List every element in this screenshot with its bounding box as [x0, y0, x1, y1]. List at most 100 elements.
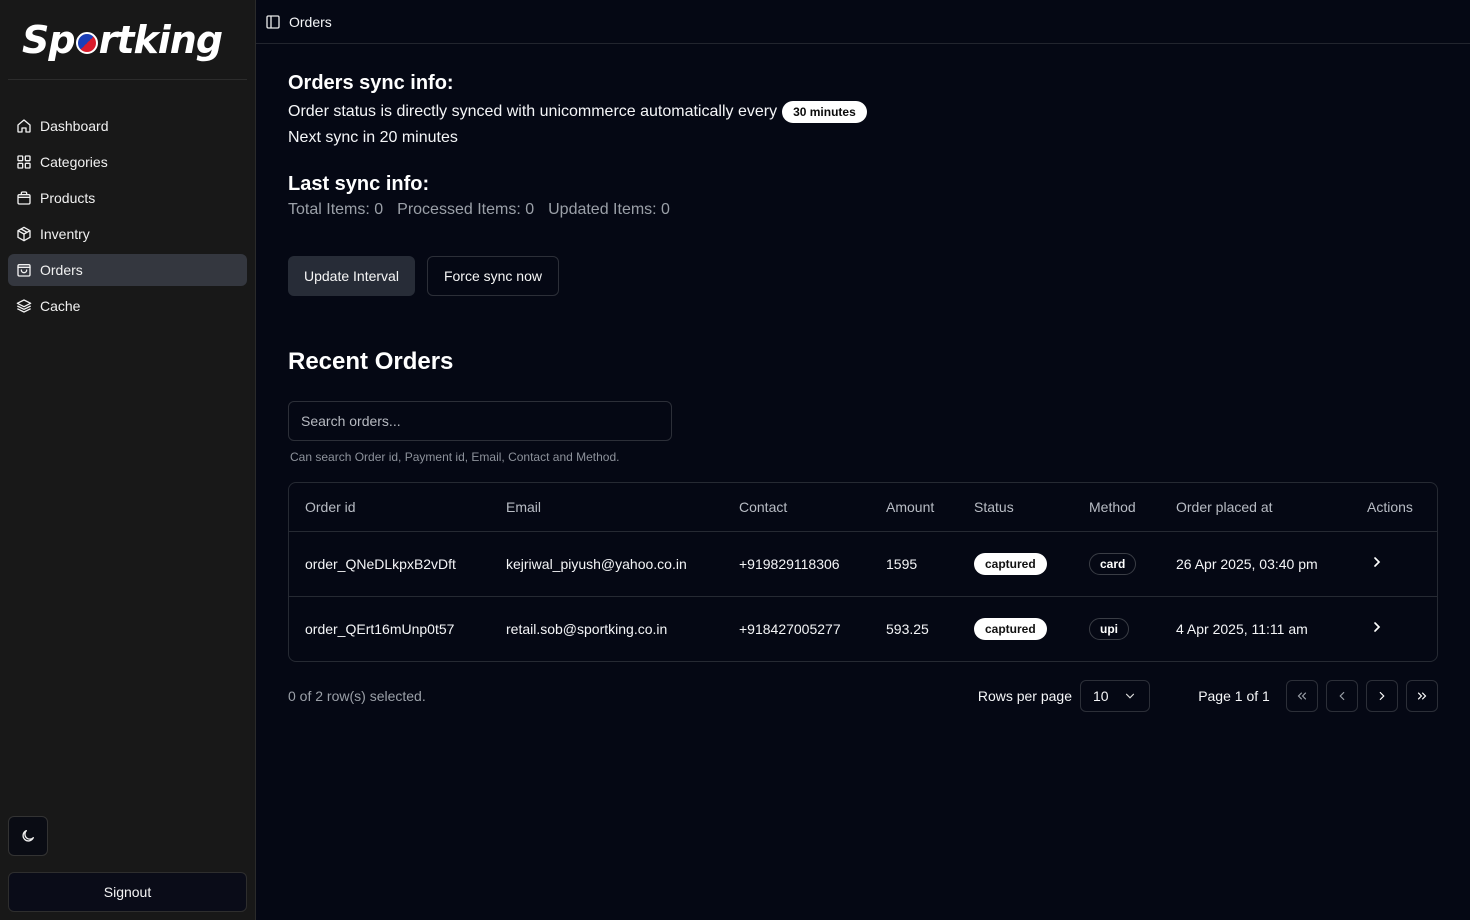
sidebar-item-label: Cache	[40, 298, 81, 314]
chevron-right-icon	[1374, 622, 1381, 633]
placed-at-cell: 4 Apr 2025, 11:11 am	[1160, 595, 1351, 661]
sidebar-nav: Dashboard Categories Products Inventry O…	[0, 110, 255, 322]
force-sync-button[interactable]: Force sync now	[426, 256, 559, 296]
view-order-button[interactable]	[1367, 619, 1387, 635]
orders-table: Order id Email Contact Amount Status Met…	[288, 482, 1438, 662]
sidebar-item-inventry[interactable]: Inventry	[8, 218, 247, 250]
rows-per-page: Rows per page 10	[978, 680, 1150, 712]
page-title: Orders	[289, 13, 332, 30]
column-header-amount: Amount	[870, 483, 958, 532]
column-header-email: Email	[490, 483, 723, 532]
theme-toggle-button[interactable]	[8, 816, 48, 856]
status-badge: captured	[974, 552, 1047, 575]
method-cell: upi	[1073, 595, 1160, 661]
method-badge: upi	[1089, 617, 1129, 640]
placed-at-cell: 26 Apr 2025, 03:40 pm	[1176, 555, 1318, 572]
sidebar-panel-icon[interactable]	[265, 14, 281, 30]
shopping-bag-icon	[17, 264, 31, 277]
method-cell: card	[1073, 531, 1160, 596]
actions-cell	[1351, 595, 1437, 661]
main-content: Orders Orders sync info: Order status is…	[256, 0, 1470, 920]
signout-button[interactable]: Signout	[8, 872, 247, 912]
sidebar-item-label: Dashboard	[40, 118, 109, 134]
order-id-cell: order_QErt16mUnp0t57	[289, 595, 490, 661]
email-cell: retail.sob@sportking.co.in	[490, 595, 723, 661]
recent-orders-title: Recent Orders	[288, 348, 454, 375]
last-sync-title: Last sync info:	[288, 173, 430, 195]
view-order-button[interactable]	[1367, 554, 1387, 570]
search-hint: Can search Order id, Payment id, Email, …	[290, 450, 620, 464]
updated-items: Updated Items: 0	[548, 201, 670, 218]
sidebar-item-orders[interactable]: Orders	[8, 254, 247, 286]
sync-interval-badge: 30 minutes	[782, 101, 867, 123]
pagination-controls	[1286, 680, 1438, 712]
column-header-actions: Actions	[1351, 483, 1437, 532]
column-header-contact: Contact	[723, 483, 870, 532]
topbar: Orders	[256, 0, 1470, 44]
actions-cell	[1351, 531, 1437, 596]
order-id-cell: order_QNeDLkpxB2vDft	[305, 555, 456, 572]
shopping-bag-icon	[17, 191, 31, 205]
column-header-order-id: Order id	[289, 483, 490, 532]
contact-cell: +919829118306	[739, 555, 840, 572]
sidebar: Sp rtking Dashboard Categories Products I…	[0, 0, 256, 920]
sidebar-item-cache[interactable]: Cache	[8, 290, 247, 322]
brand-logo[interactable]: Sp rtking	[22, 17, 223, 62]
column-header-method: Method	[1073, 483, 1160, 532]
chevron-left-icon	[1339, 691, 1345, 701]
column-header-status: Status	[958, 483, 1073, 532]
previous-page-button[interactable]	[1326, 680, 1358, 712]
sync-info-title: Orders sync info:	[288, 72, 454, 94]
chevrons-left-icon	[1297, 692, 1307, 700]
brand-logo-part-2: rtking	[98, 17, 223, 62]
column-header-placed-at: Order placed at	[1160, 483, 1351, 532]
rows-per-page-value: 10	[1093, 688, 1109, 704]
method-badge: card	[1089, 552, 1137, 575]
moon-icon	[22, 830, 34, 842]
package-icon	[17, 226, 31, 242]
table-row[interactable]: order_QErt16mUnp0t57 retail.sob@sportkin…	[289, 595, 1437, 661]
sidebar-item-categories[interactable]: Categories	[8, 146, 247, 178]
status-badge: captured	[974, 617, 1047, 640]
email-cell: kejriwal_piyush@yahoo.co.in	[506, 555, 687, 572]
sync-description: Order status is directly synced with uni…	[288, 101, 1438, 123]
sidebar-item-label: Products	[40, 190, 96, 206]
table-footer: 0 of 2 row(s) selected. Rows per page 10…	[288, 680, 1438, 712]
total-items: Total Items: 0	[288, 201, 384, 218]
sync-actions: Update Interval Force sync now	[288, 256, 1438, 296]
grid-icon	[17, 155, 31, 169]
sidebar-item-label: Inventry	[40, 226, 90, 242]
contact-cell: +918427005277	[723, 595, 870, 661]
status-cell: captured	[958, 595, 1073, 661]
sidebar-item-label: Categories	[40, 154, 108, 170]
first-page-button[interactable]	[1286, 680, 1318, 712]
sidebar-item-dashboard[interactable]: Dashboard	[8, 110, 247, 142]
sidebar-item-label: Orders	[40, 262, 83, 278]
update-interval-button[interactable]: Update Interval	[288, 256, 415, 296]
brand-header: Sp rtking	[8, 0, 247, 80]
selected-count: 0 of 2 row(s) selected.	[288, 688, 426, 704]
home-icon	[17, 119, 31, 133]
chevron-right-icon	[1374, 557, 1381, 567]
chevron-right-icon	[1379, 691, 1385, 701]
ball-icon	[75, 31, 98, 54]
sync-description-text: Order status is directly synced with uni…	[288, 103, 778, 120]
page-indicator: Page 1 of 1	[1198, 688, 1270, 704]
brand-logo-part-1: Sp	[22, 17, 76, 62]
search-input[interactable]	[288, 401, 672, 441]
last-page-button[interactable]	[1406, 680, 1438, 712]
status-cell: captured	[958, 531, 1073, 596]
rows-per-page-label: Rows per page	[977, 688, 1072, 704]
layers-icon	[16, 299, 32, 313]
table-header-row: Order id Email Contact Amount Status Met…	[289, 483, 1437, 532]
table-row[interactable]: order_QNeDLkpxB2vDft kejriwal_piyush@yah…	[289, 531, 1437, 596]
chevrons-right-icon	[1417, 692, 1427, 700]
sidebar-item-products[interactable]: Products	[8, 182, 247, 214]
rows-per-page-select[interactable]: 10	[1080, 680, 1150, 712]
next-page-button[interactable]	[1366, 680, 1398, 712]
last-sync-stats: Total Items: 0 Processed Items: 0 Update…	[288, 201, 1438, 219]
amount-cell: 593.25	[870, 595, 958, 661]
next-sync-text: Next sync in 20 minutes	[288, 129, 458, 146]
amount-cell: 1595	[886, 555, 918, 572]
processed-items: Processed Items: 0	[397, 201, 535, 218]
